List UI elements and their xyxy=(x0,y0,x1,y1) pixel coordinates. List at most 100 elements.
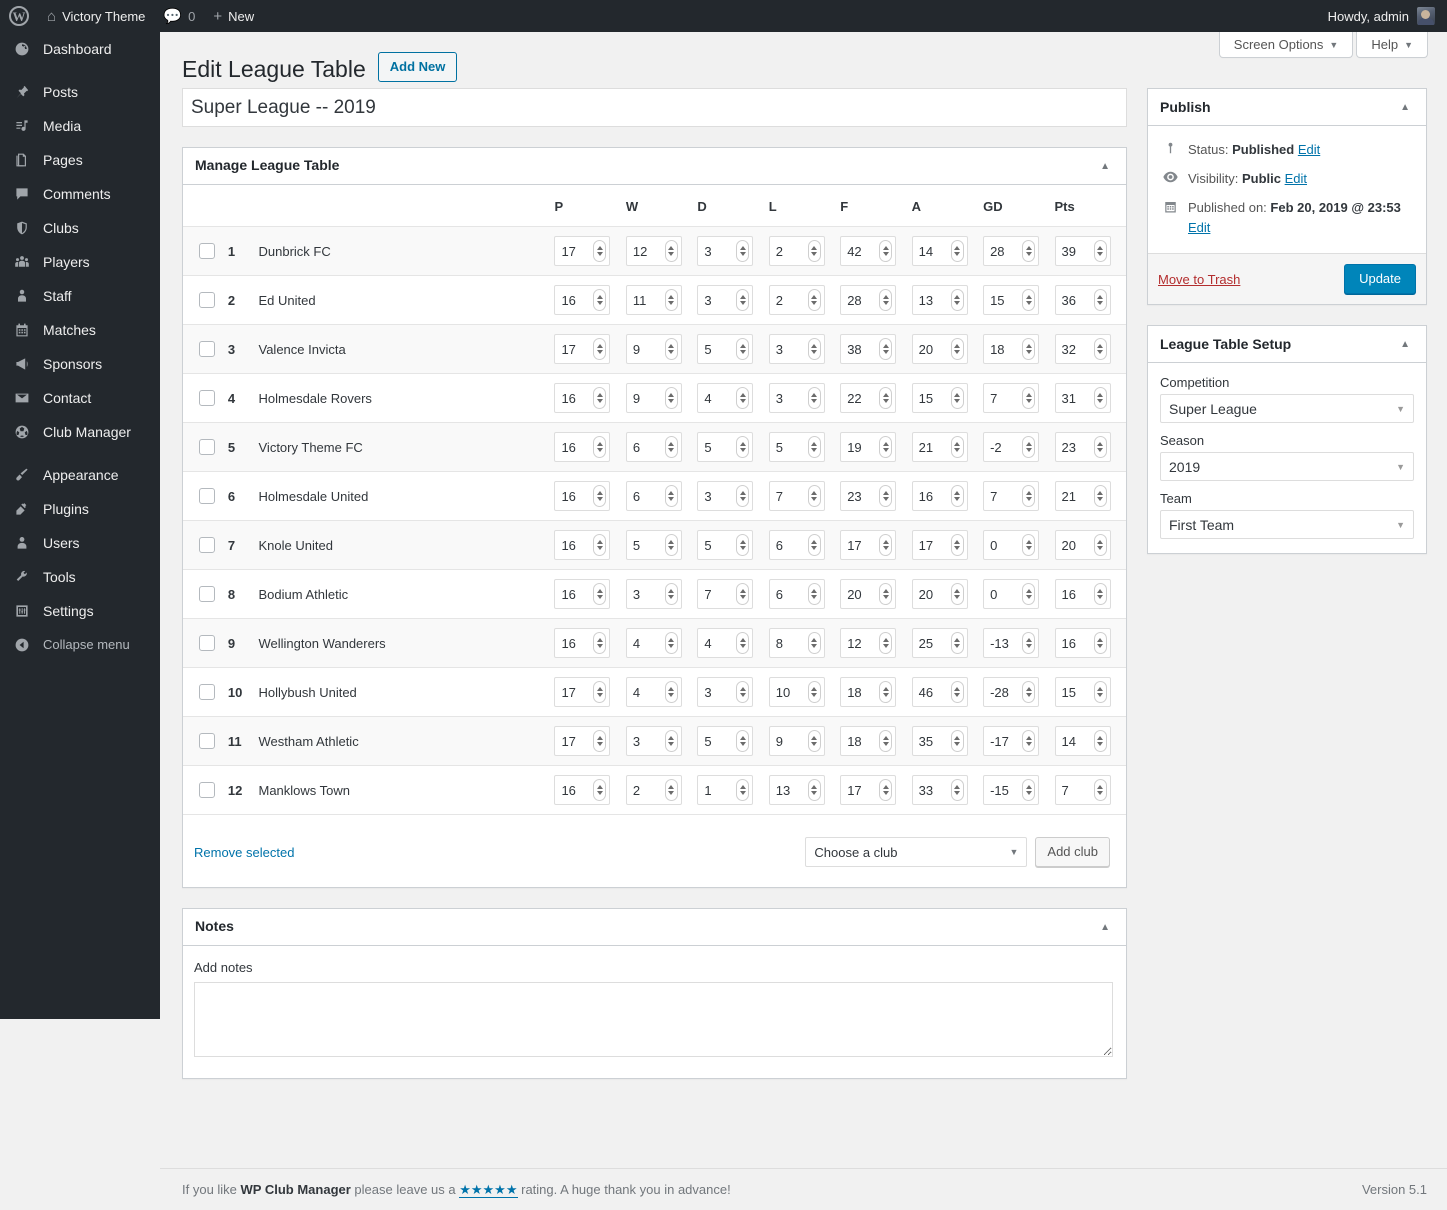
number-input-p[interactable]: 16 xyxy=(554,432,611,462)
number-input-gd[interactable]: 28 xyxy=(983,236,1040,266)
update-button[interactable]: Update xyxy=(1344,264,1416,295)
number-input-pts[interactable]: 36 xyxy=(1054,285,1111,315)
number-input-l[interactable]: 6 xyxy=(768,579,825,609)
number-input-pts[interactable]: 39 xyxy=(1054,236,1111,266)
stepper-icon[interactable] xyxy=(664,681,678,703)
stepper-icon[interactable] xyxy=(1022,632,1036,654)
number-input-d[interactable]: 3 xyxy=(697,481,754,511)
sidebar-item-plugins[interactable]: Plugins xyxy=(0,492,160,526)
move-to-trash-link[interactable]: Move to Trash xyxy=(1158,272,1240,287)
stepper-icon[interactable] xyxy=(879,632,893,654)
stepper-icon[interactable] xyxy=(593,436,607,458)
post-title-input[interactable] xyxy=(182,88,1127,127)
wp-logo-menu[interactable]: W xyxy=(0,0,38,32)
number-input-a[interactable]: 46 xyxy=(911,677,968,707)
sidebar-item-sponsors[interactable]: Sponsors xyxy=(0,347,160,381)
add-new-button[interactable]: Add New xyxy=(377,51,458,83)
number-input-f[interactable]: 18 xyxy=(840,677,897,707)
sidebar-item-club-manager[interactable]: Club Manager xyxy=(0,415,160,449)
number-input-p[interactable]: 16 xyxy=(554,285,611,315)
stepper-icon[interactable] xyxy=(593,583,607,605)
stepper-icon[interactable] xyxy=(1022,289,1036,311)
stepper-icon[interactable] xyxy=(593,681,607,703)
number-input-l[interactable]: 10 xyxy=(768,677,825,707)
remove-selected-link[interactable]: Remove selected xyxy=(194,845,294,860)
number-input-pts[interactable]: 15 xyxy=(1054,677,1111,707)
number-input-w[interactable]: 12 xyxy=(625,236,682,266)
stepper-icon[interactable] xyxy=(807,387,821,409)
stepper-icon[interactable] xyxy=(1093,387,1107,409)
add-club-button[interactable]: Add club xyxy=(1035,837,1110,867)
number-input-a[interactable]: 21 xyxy=(911,432,968,462)
stepper-icon[interactable] xyxy=(807,730,821,752)
row-select-checkbox[interactable] xyxy=(199,341,215,358)
row-select-checkbox[interactable] xyxy=(199,684,215,701)
number-input-d[interactable]: 7 xyxy=(697,579,754,609)
number-input-f[interactable]: 17 xyxy=(840,530,897,560)
number-input-pts[interactable]: 14 xyxy=(1054,726,1111,756)
number-input-l[interactable]: 2 xyxy=(768,236,825,266)
number-input-l[interactable]: 8 xyxy=(768,628,825,658)
stepper-icon[interactable] xyxy=(950,534,964,556)
edit-status-link[interactable]: Edit xyxy=(1298,142,1320,157)
number-input-p[interactable]: 16 xyxy=(554,481,611,511)
number-input-a[interactable]: 14 xyxy=(911,236,968,266)
stepper-icon[interactable] xyxy=(736,583,750,605)
choose-club-select[interactable]: Choose a club ▼ xyxy=(805,837,1028,867)
row-select-checkbox[interactable] xyxy=(199,439,215,456)
stepper-icon[interactable] xyxy=(950,436,964,458)
stepper-icon[interactable] xyxy=(1022,681,1036,703)
stepper-icon[interactable] xyxy=(593,779,607,801)
screen-options-button[interactable]: Screen Options ▼ xyxy=(1218,32,1354,58)
stepper-icon[interactable] xyxy=(807,681,821,703)
number-input-gd[interactable]: 0 xyxy=(983,579,1040,609)
number-input-gd[interactable]: -2 xyxy=(983,432,1040,462)
stepper-icon[interactable] xyxy=(950,632,964,654)
toggle-panel-icon[interactable]: ▲ xyxy=(1396,98,1414,117)
stepper-icon[interactable] xyxy=(1022,534,1036,556)
stepper-icon[interactable] xyxy=(736,730,750,752)
row-select-checkbox[interactable] xyxy=(199,733,215,750)
number-input-d[interactable]: 4 xyxy=(697,383,754,413)
notes-textarea[interactable] xyxy=(194,982,1113,1057)
stepper-icon[interactable] xyxy=(1022,779,1036,801)
stepper-icon[interactable] xyxy=(950,338,964,360)
number-input-f[interactable]: 19 xyxy=(840,432,897,462)
row-select-checkbox[interactable] xyxy=(199,390,215,407)
number-input-l[interactable]: 13 xyxy=(768,775,825,805)
stepper-icon[interactable] xyxy=(1022,583,1036,605)
number-input-d[interactable]: 3 xyxy=(697,677,754,707)
season-select[interactable]: 2019 ▼ xyxy=(1160,452,1414,482)
stepper-icon[interactable] xyxy=(1022,485,1036,507)
stepper-icon[interactable] xyxy=(593,730,607,752)
stepper-icon[interactable] xyxy=(736,779,750,801)
stepper-icon[interactable] xyxy=(593,632,607,654)
stepper-icon[interactable] xyxy=(1093,583,1107,605)
number-input-a[interactable]: 25 xyxy=(911,628,968,658)
sidebar-item-comments[interactable]: Comments xyxy=(0,177,160,211)
stepper-icon[interactable] xyxy=(1093,779,1107,801)
sidebar-item-media[interactable]: Media xyxy=(0,109,160,143)
new-content-menu[interactable]: + New xyxy=(204,0,263,32)
number-input-w[interactable]: 4 xyxy=(625,677,682,707)
stepper-icon[interactable] xyxy=(879,730,893,752)
site-name-menu[interactable]: ⌂ Victory Theme xyxy=(38,0,154,32)
number-input-pts[interactable]: 16 xyxy=(1054,628,1111,658)
sidebar-item-settings[interactable]: Settings xyxy=(0,594,160,628)
number-input-l[interactable]: 5 xyxy=(768,432,825,462)
number-input-d[interactable]: 4 xyxy=(697,628,754,658)
stepper-icon[interactable] xyxy=(593,534,607,556)
number-input-a[interactable]: 35 xyxy=(911,726,968,756)
toggle-panel-icon[interactable]: ▲ xyxy=(1096,157,1114,176)
stepper-icon[interactable] xyxy=(593,387,607,409)
edit-published-link[interactable]: Edit xyxy=(1188,218,1401,239)
number-input-p[interactable]: 17 xyxy=(554,236,611,266)
stepper-icon[interactable] xyxy=(879,583,893,605)
number-input-a[interactable]: 16 xyxy=(911,481,968,511)
stepper-icon[interactable] xyxy=(664,779,678,801)
number-input-d[interactable]: 5 xyxy=(697,432,754,462)
number-input-p[interactable]: 16 xyxy=(554,530,611,560)
stepper-icon[interactable] xyxy=(664,485,678,507)
number-input-f[interactable]: 12 xyxy=(840,628,897,658)
sidebar-item-posts[interactable]: Posts xyxy=(0,75,160,109)
